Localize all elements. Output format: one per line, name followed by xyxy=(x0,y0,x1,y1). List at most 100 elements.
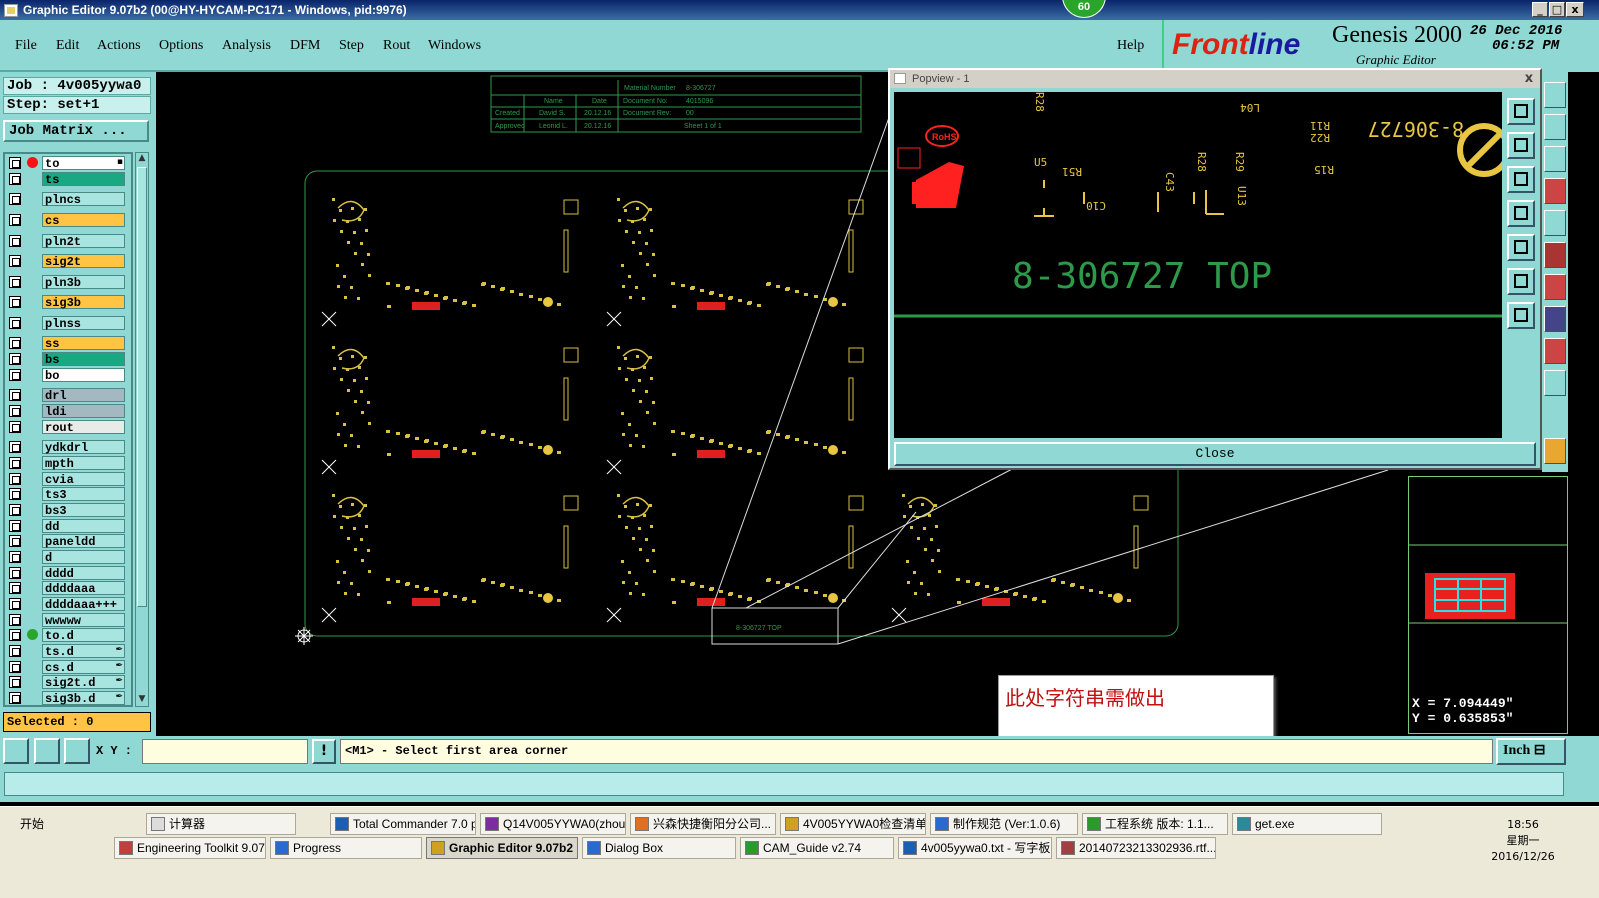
taskbar-button[interactable]: Dialog Box xyxy=(582,837,736,859)
layer-checkbox[interactable] xyxy=(9,317,21,329)
layer-checkbox[interactable] xyxy=(9,389,21,401)
taskbar-button[interactable]: Graphic Editor 9.07b2 ... xyxy=(426,837,578,859)
popview-pan-right-icon[interactable] xyxy=(1507,234,1535,261)
menu-options[interactable]: Options xyxy=(159,38,203,54)
layer-checkbox[interactable] xyxy=(9,173,21,185)
layer-row[interactable]: ts3 xyxy=(7,487,127,502)
menu-actions[interactable]: Actions xyxy=(97,38,141,54)
minimize-button[interactable]: _ xyxy=(1532,2,1548,17)
layer-list-scrollbar[interactable]: ▲ ▼ xyxy=(135,152,149,707)
layer-row[interactable]: paneldd xyxy=(7,534,127,549)
layer-checkbox[interactable] xyxy=(9,520,21,532)
layer-checkbox[interactable] xyxy=(9,421,21,433)
popview-zoom-fit-icon[interactable] xyxy=(1507,98,1535,125)
layer-row[interactable]: ts.d ✒ xyxy=(7,644,127,659)
popview-close-button[interactable]: Close xyxy=(894,442,1536,466)
tool-snap-icon[interactable] xyxy=(1544,242,1566,268)
layer-row[interactable]: plnss xyxy=(7,316,127,331)
scroll-thumb[interactable] xyxy=(137,167,147,607)
layer-checkbox[interactable] xyxy=(9,661,21,673)
layer-checkbox[interactable] xyxy=(9,255,21,267)
taskbar-button[interactable]: Engineering Toolkit 9.07... xyxy=(114,837,266,859)
popview-expand-icon[interactable] xyxy=(1507,268,1535,295)
layer-row[interactable]: bs3 xyxy=(7,503,127,518)
layer-row[interactable]: cvia xyxy=(7,472,127,487)
layer-checkbox[interactable] xyxy=(9,551,21,563)
tool-feature-icon[interactable] xyxy=(1544,274,1566,300)
taskbar-button[interactable]: Total Commander 7.0 p... xyxy=(330,813,476,835)
popview-pan-left-icon[interactable] xyxy=(1507,200,1535,227)
layer-checkbox[interactable] xyxy=(9,214,21,226)
menu-help[interactable]: Help xyxy=(1117,38,1144,54)
layer-row[interactable]: pln3b xyxy=(7,275,127,290)
layer-checkbox[interactable] xyxy=(9,488,21,500)
layer-checkbox[interactable] xyxy=(9,296,21,308)
layer-row[interactable]: to ▪ xyxy=(7,156,127,171)
menu-windows[interactable]: Windows xyxy=(428,38,481,54)
tool-list-icon[interactable] xyxy=(1544,114,1566,140)
taskbar-button[interactable]: 20140723213302936.rtf... xyxy=(1056,837,1216,859)
layer-row[interactable]: sig2t xyxy=(7,254,127,269)
layer-row[interactable]: cs xyxy=(7,213,127,228)
layer-row[interactable]: ss xyxy=(7,336,127,351)
layer-checkbox[interactable] xyxy=(9,405,21,417)
layer-row[interactable]: sig2t.d ✒ xyxy=(7,675,127,690)
layer-checkbox[interactable] xyxy=(9,614,21,626)
layer-checkbox[interactable] xyxy=(9,692,21,704)
scroll-up-arrow-icon[interactable]: ▲ xyxy=(136,153,148,165)
layer-checkbox[interactable] xyxy=(9,629,21,641)
layer-checkbox[interactable] xyxy=(9,369,21,381)
popview-close-icon[interactable]: x xyxy=(1522,72,1536,86)
xy-input[interactable] xyxy=(142,739,308,764)
layer-row[interactable]: ddddaaa xyxy=(7,581,127,596)
layer-row[interactable]: sig3b xyxy=(7,295,127,310)
taskbar-button[interactable]: 工程系统 版本: 1.1... xyxy=(1082,813,1228,835)
tool-graph-icon[interactable] xyxy=(1544,370,1566,396)
layer-checkbox[interactable] xyxy=(9,676,21,688)
layer-checkbox[interactable] xyxy=(9,504,21,516)
popview-canvas[interactable]: U5 R51 C10 C43 R28 R29 U13 R15 R11 R22 L… xyxy=(894,92,1502,438)
taskbar-button[interactable]: 兴森快捷衡阳分公司... xyxy=(630,813,776,835)
layer-checkbox[interactable] xyxy=(9,535,21,547)
layer-checkbox[interactable] xyxy=(9,582,21,594)
taskbar-button[interactable]: 计算器 xyxy=(146,813,296,835)
layer-checkbox[interactable] xyxy=(9,235,21,247)
taskbar-button[interactable]: Progress xyxy=(270,837,422,859)
layer-row[interactable]: dd xyxy=(7,519,127,534)
maximize-button[interactable]: □ xyxy=(1549,2,1565,17)
layer-row[interactable]: pln2t xyxy=(7,234,127,249)
layer-row[interactable]: cs.d ✒ xyxy=(7,660,127,675)
layer-checkbox[interactable] xyxy=(9,353,21,365)
layer-row[interactable]: plncs xyxy=(7,192,127,207)
tool-help-icon[interactable] xyxy=(1544,146,1566,172)
layer-checkbox[interactable] xyxy=(9,645,21,657)
popview-zoom-out-icon[interactable] xyxy=(1507,166,1535,193)
job-matrix-button[interactable]: Job Matrix ... xyxy=(3,120,149,142)
zoom-measure-icon[interactable] xyxy=(34,738,60,764)
popview-zoom-in-icon[interactable] xyxy=(1507,132,1535,159)
layer-row[interactable]: sig3b.d ✒ xyxy=(7,691,127,705)
system-clock[interactable]: 18:56 星期一 2016/12/26 xyxy=(1488,817,1558,865)
layer-row[interactable]: bs xyxy=(7,352,127,367)
start-button[interactable]: 开始 xyxy=(2,811,54,837)
taskbar-button[interactable]: CAM_Guide v2.74 xyxy=(740,837,894,859)
layer-checkbox[interactable] xyxy=(9,337,21,349)
taskbar-button[interactable]: Q14V005YYWA0(zhoub... xyxy=(480,813,626,835)
layer-checkbox[interactable] xyxy=(9,457,21,469)
menu-edit[interactable]: Edit xyxy=(56,38,79,54)
zoom-area-icon[interactable] xyxy=(3,738,29,764)
menu-rout[interactable]: Rout xyxy=(383,38,410,54)
menu-step[interactable]: Step xyxy=(339,38,364,54)
tool-filter-icon[interactable] xyxy=(1544,178,1566,204)
layer-row[interactable]: ldi xyxy=(7,404,127,419)
layer-row[interactable]: bo xyxy=(7,368,127,383)
popview-move-icon[interactable] xyxy=(1507,302,1535,329)
alert-icon[interactable]: ! xyxy=(312,739,336,764)
layer-row[interactable]: ts xyxy=(7,172,127,187)
grid-snap-icon[interactable] xyxy=(64,738,90,764)
layer-checkbox[interactable] xyxy=(9,567,21,579)
taskbar-button[interactable]: 4v005yywa0.txt - 写字板 xyxy=(898,837,1052,859)
layer-checkbox[interactable] xyxy=(9,441,21,453)
layer-checkbox[interactable] xyxy=(9,193,21,205)
tool-measure-icon[interactable] xyxy=(1544,210,1566,236)
